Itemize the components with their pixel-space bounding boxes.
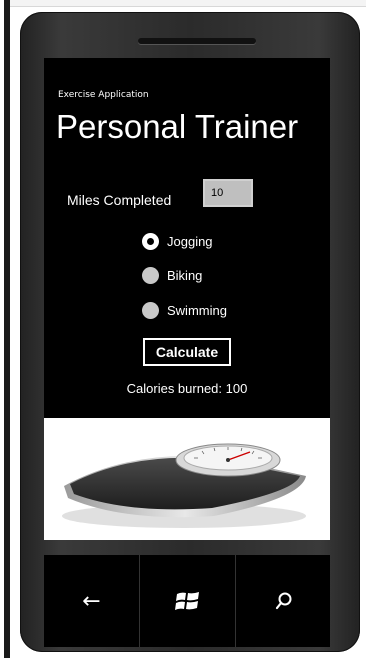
windows-logo-icon xyxy=(174,592,199,610)
radio-button[interactable] xyxy=(142,267,159,284)
radio-label: Swimming xyxy=(167,303,227,318)
calculate-button[interactable]: Calculate xyxy=(143,338,231,366)
miles-label: Miles Completed xyxy=(67,192,172,208)
phone-nav-bar: ← xyxy=(44,555,330,647)
document-edge xyxy=(10,0,366,7)
radio-button[interactable] xyxy=(142,302,159,319)
calories-result: Calories burned: 100 xyxy=(126,381,248,396)
back-arrow-icon: ← xyxy=(82,588,101,614)
start-button[interactable] xyxy=(140,555,235,647)
search-button[interactable] xyxy=(236,555,331,647)
radio-button-checked[interactable] xyxy=(142,233,159,250)
back-button[interactable]: ← xyxy=(44,555,139,647)
bathroom-scale-illustration xyxy=(62,443,306,528)
phone-speaker xyxy=(138,38,256,44)
radio-jogging[interactable]: Jogging xyxy=(142,233,213,250)
radio-biking[interactable]: Biking xyxy=(142,267,202,284)
search-icon xyxy=(275,592,291,610)
radio-label: Jogging xyxy=(167,234,213,249)
radio-swimming[interactable]: Swimming xyxy=(142,302,227,319)
miles-input[interactable] xyxy=(203,179,253,207)
document-border xyxy=(4,0,10,658)
app-subtitle: Exercise Application xyxy=(58,90,149,100)
radio-label: Biking xyxy=(167,268,203,283)
page-title: Personal Trainer xyxy=(56,108,299,145)
scale-image xyxy=(44,418,330,540)
